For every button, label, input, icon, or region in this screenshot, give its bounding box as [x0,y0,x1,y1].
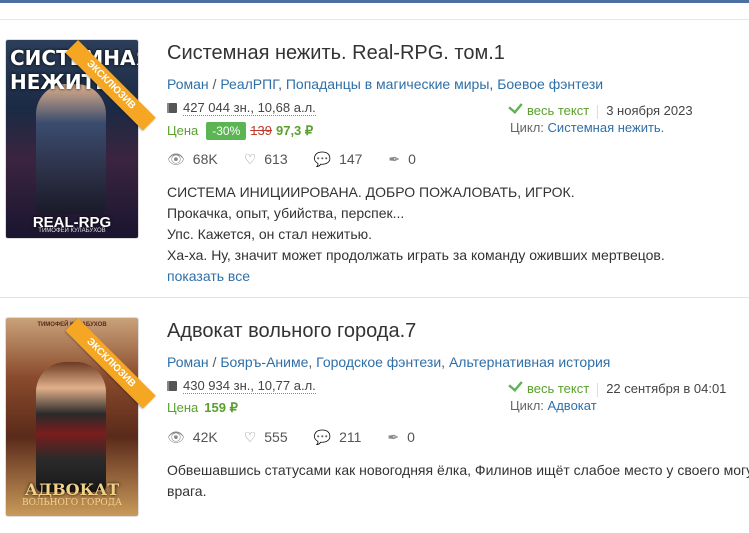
book-cover[interactable]: ТИМОФЕЙ КУЛАБУХОВ АДВОКАТ ВОЛЬНОГО ГОРОД… [6,318,138,516]
views-value: 68K [192,151,218,167]
price-label: Цена [167,123,199,138]
comments-value: 147 [339,151,363,167]
book-counters: 👁 42K ♡ 555 💬 211 ✒ 0 [167,429,441,446]
new-price: 97,3 ₽ [275,123,314,138]
rewards-value: 0 [408,151,416,167]
cycle-info: Цикл: Адвокат [510,398,597,413]
genre-link[interactable]: Альтернативная история [449,354,610,370]
comments-value: 211 [339,429,362,445]
genre-link[interactable]: Городское фэнтези [316,354,441,370]
description-line: Упс. Кажется, он стал нежитью. [167,226,373,242]
description-line: Обвешавшись статусами как новогодняя ёлк… [167,462,749,478]
likes-counter[interactable]: ♡ 555 [244,429,288,446]
views-value: 42K [192,429,218,445]
book-description: Обвешавшись статусами как новогодняя ёлк… [167,460,749,502]
cover-author: ТИМОФЕЙ КУЛАБУХОВ [38,228,106,234]
completion-status: весь текст 22 сентября в 04:01 [508,377,727,397]
price-block: Цена -30% 139 97,3 ₽ [167,122,313,140]
description-line: Ха-ха. Ну, значит может продолжать играт… [167,247,665,263]
feather-icon: ✒ [388,151,401,167]
book-title[interactable]: Системная нежить. Real-RPG. том.1 [167,42,505,65]
genre-link[interactable]: Роман [167,354,209,370]
genre-link[interactable]: Бояръ-Аниме [220,354,308,370]
new-price: 159 ₽ [204,400,238,415]
rewards-counter[interactable]: ✒ 0 [388,151,416,168]
book-counters: 👁 68K ♡ 613 💬 147 ✒ 0 [167,151,442,168]
size-text: 430 934 зн., 10,77 а.л. [183,378,316,394]
cycle-label: Цикл: [510,120,544,135]
views-counter: 👁 42K [167,429,218,446]
likes-counter[interactable]: ♡ 613 [244,151,288,168]
check-icon [508,377,523,392]
price-block: Цена 159 ₽ [167,400,238,416]
rewards-counter[interactable]: ✒ 0 [387,429,415,446]
status-text: весь текст [527,103,590,118]
cycle-link[interactable]: Адвокат [548,398,597,413]
comments-counter[interactable]: 💬 211 [314,429,362,446]
genre-link[interactable]: Попаданцы в магические миры [286,76,490,92]
discount-badge: -30% [206,122,247,140]
book-icon [167,103,177,113]
cover-title: АДВОКАТ [24,480,120,499]
likes-value: 613 [264,151,288,167]
book-icon [167,381,177,391]
description-line: Прокачка, опыт, убийства, перспек... [167,205,405,221]
comments-icon: 💬 [313,429,332,445]
likes-value: 555 [264,429,288,445]
book-title[interactable]: Адвокат вольного города.7 [167,320,416,343]
date-divider [597,382,599,397]
description-line: врага. [167,483,207,499]
rewards-value: 0 [407,429,415,445]
book-card: СИСТЕМНАЯ НЕЖИТЬ REAL-RPG ТИМОФЕЙ КУЛАБУ… [0,20,749,297]
top-gap [0,3,749,19]
eye-icon: 👁 [167,429,185,445]
completion-status: весь текст 3 ноября 2023 [508,99,693,119]
cover-figure [36,84,106,214]
views-counter: 👁 68K [167,151,218,168]
book-cover[interactable]: СИСТЕМНАЯ НЕЖИТЬ REAL-RPG ТИМОФЕЙ КУЛАБУ… [6,40,138,238]
book-card: ТИМОФЕЙ КУЛАБУХОВ АДВОКАТ ВОЛЬНОГО ГОРОД… [0,298,749,533]
old-price: 139 [250,123,272,138]
feather-icon: ✒ [387,429,400,445]
status-text: весь текст [527,381,590,396]
update-date: 3 ноября 2023 [606,103,693,118]
heart-icon: ♡ [243,151,257,167]
description-line: СИСТЕМА ИНИЦИИРОВАНА. ДОБРО ПОЖАЛОВАТЬ, … [167,184,575,200]
check-icon [508,99,523,114]
cycle-label: Цикл: [510,398,544,413]
genre-link[interactable]: РеалРПГ [220,76,278,92]
date-divider [597,104,599,119]
book-description: СИСТЕМА ИНИЦИИРОВАНА. ДОБРО ПОЖАЛОВАТЬ, … [167,182,737,287]
cover-subtitle: ВОЛЬНОГО ГОРОДА [22,498,122,508]
comments-icon: 💬 [313,151,332,167]
genre-list: Роман / Бояръ-Аниме, Городское фэнтези, … [167,354,611,370]
book-size: 427 044 зн., 10,68 а.л. [167,100,316,116]
size-text: 427 044 зн., 10,68 а.л. [183,100,316,116]
update-date: 22 сентября в 04:01 [606,381,727,396]
genre-list: Роман / РеалРПГ, Попаданцы в магические … [167,76,604,92]
genre-link[interactable]: Роман [167,76,209,92]
heart-icon: ♡ [243,429,257,445]
cycle-link[interactable]: Системная нежить. [548,120,665,135]
book-size: 430 934 зн., 10,77 а.л. [167,378,316,394]
cycle-info: Цикл: Системная нежить. [510,120,664,135]
comments-counter[interactable]: 💬 147 [314,151,363,168]
cover-figure [36,362,106,492]
price-label: Цена [167,400,199,415]
show-all-link[interactable]: показать все [167,268,250,284]
eye-icon: 👁 [167,151,185,167]
genre-link[interactable]: Боевое фэнтези [497,76,603,92]
